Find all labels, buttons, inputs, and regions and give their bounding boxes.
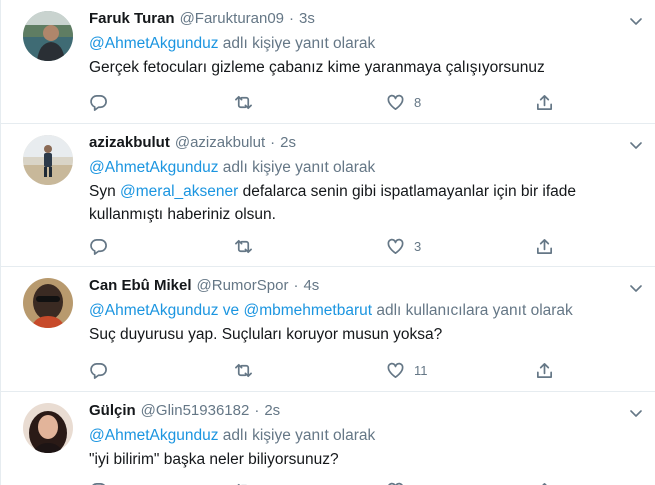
tweet-text: Suç duyurusu yap. Suçluları koruyor musu… bbox=[89, 326, 443, 343]
like-button[interactable]: 11 bbox=[386, 360, 428, 380]
separator-dot: · bbox=[254, 402, 260, 419]
reply-mention-link[interactable]: @AhmetAkgunduz bbox=[89, 427, 218, 444]
tweet[interactable]: Gülçin @Glin51936182 · 2s @AhmetAkgunduz… bbox=[1, 392, 655, 485]
avatar[interactable] bbox=[23, 11, 73, 61]
like-button[interactable]: 3 bbox=[386, 236, 421, 256]
retweet-icon bbox=[235, 363, 252, 377]
like-button[interactable] bbox=[386, 480, 405, 485]
reply-button[interactable] bbox=[89, 92, 108, 112]
separator-dot: · bbox=[289, 10, 295, 27]
author-handle[interactable]: @RumorSpor bbox=[197, 276, 289, 296]
reply-context-label: adlı kişiye yanıt olarak bbox=[218, 159, 376, 176]
reply-context: @AhmetAkgunduz adlı kişiye yanıt olarak bbox=[89, 34, 616, 54]
reply-context: @AhmetAkgunduz ve @mbmehmetbarut adlı ku… bbox=[89, 301, 616, 321]
reply-context: @AhmetAkgunduz adlı kişiye yanıt olarak bbox=[89, 158, 616, 178]
like-icon bbox=[387, 238, 404, 254]
reply-context-label: adlı kullanıcılara yanıt olarak bbox=[372, 302, 573, 319]
reply-icon bbox=[90, 238, 107, 255]
like-count: 3 bbox=[414, 238, 422, 254]
share-button[interactable] bbox=[535, 236, 554, 256]
timestamp[interactable]: 3s bbox=[299, 9, 315, 29]
reply-mention-link[interactable]: @AhmetAkgunduz bbox=[89, 159, 218, 176]
reply-mention-link[interactable]: @AhmetAkgunduz ve @mbmehmetbarut bbox=[89, 302, 372, 319]
reply-context: @AhmetAkgunduz adlı kişiye yanıt olarak bbox=[89, 426, 616, 446]
share-icon bbox=[541, 482, 548, 485]
like-count: 11 bbox=[414, 362, 428, 378]
retweet-button[interactable] bbox=[234, 480, 253, 485]
reply-icon bbox=[90, 362, 107, 379]
author-name[interactable]: Can Ebû Mikel bbox=[89, 276, 192, 296]
author-name[interactable]: azizakbulut bbox=[89, 133, 170, 153]
tweet-text-prefix: Syn bbox=[89, 183, 121, 200]
timestamp[interactable]: 2s bbox=[264, 401, 280, 421]
reply-icon bbox=[91, 482, 106, 485]
mention-link[interactable]: @meral_aksener bbox=[120, 183, 238, 200]
timestamp[interactable]: 4s bbox=[303, 276, 319, 296]
tweet-actions: 3 bbox=[89, 236, 559, 256]
retweet-button[interactable] bbox=[234, 92, 253, 112]
reply-context-label: adlı kişiye yanıt olarak bbox=[218, 427, 376, 444]
author-handle[interactable]: @azizakbulut bbox=[175, 133, 265, 153]
tweet-feed: Faruk Turan @Farukturan09 · 3s @AhmetAkg… bbox=[0, 0, 655, 485]
share-icon bbox=[536, 238, 553, 254]
reply-button[interactable] bbox=[89, 360, 108, 380]
like-icon bbox=[387, 482, 404, 485]
share-button[interactable] bbox=[535, 480, 554, 485]
reply-icon bbox=[90, 94, 107, 111]
reply-button[interactable] bbox=[89, 236, 108, 256]
reply-button[interactable] bbox=[89, 480, 108, 485]
tweet-text: Gerçek fetocuları gizleme çabanız kime y… bbox=[89, 59, 545, 76]
share-icon bbox=[536, 94, 553, 110]
share-button[interactable] bbox=[535, 92, 554, 112]
separator-dot: · bbox=[293, 277, 299, 294]
chevron-down-icon[interactable] bbox=[628, 137, 644, 153]
avatar[interactable] bbox=[23, 403, 73, 453]
chevron-down-icon[interactable] bbox=[628, 280, 644, 296]
tweet[interactable]: azizakbulut @azizakbulut · 2s @AhmetAkgu… bbox=[1, 124, 655, 267]
chevron-down-icon[interactable] bbox=[628, 405, 644, 421]
retweet-button[interactable] bbox=[234, 236, 253, 256]
like-button[interactable]: 8 bbox=[386, 92, 421, 112]
retweet-icon bbox=[236, 483, 249, 485]
share-button[interactable] bbox=[535, 360, 554, 380]
retweet-icon bbox=[235, 239, 252, 253]
tweet[interactable]: Can Ebû Mikel @RumorSpor · 4s @AhmetAkgu… bbox=[1, 267, 655, 392]
tweet-actions: 8 bbox=[89, 92, 559, 112]
author-handle[interactable]: @Glin51936182 bbox=[141, 401, 250, 421]
retweet-icon bbox=[235, 95, 252, 109]
tweet-actions: 11 bbox=[89, 360, 559, 380]
share-icon bbox=[536, 362, 553, 378]
like-icon bbox=[387, 362, 404, 378]
like-count: 8 bbox=[414, 94, 422, 110]
tweet-text: "iyi bilirim" başka neler biliyorsunuz? bbox=[89, 451, 339, 468]
tweet[interactable]: Faruk Turan @Farukturan09 · 3s @AhmetAkg… bbox=[1, 0, 655, 124]
timestamp[interactable]: 2s bbox=[280, 133, 296, 153]
author-name[interactable]: Faruk Turan bbox=[89, 9, 175, 29]
reply-mention-link[interactable]: @AhmetAkgunduz bbox=[89, 35, 218, 52]
tweet-text: Syn @meral_aksener defalarca senin gibi … bbox=[89, 180, 616, 226]
chevron-down-icon[interactable] bbox=[628, 13, 644, 29]
author-handle[interactable]: @Farukturan09 bbox=[180, 9, 284, 29]
like-icon bbox=[387, 94, 404, 110]
reply-context-label: adlı kişiye yanıt olarak bbox=[218, 35, 376, 52]
avatar[interactable] bbox=[23, 278, 73, 328]
separator-dot: · bbox=[270, 134, 276, 151]
retweet-button[interactable] bbox=[234, 360, 253, 380]
tweet-actions bbox=[89, 480, 559, 485]
author-name[interactable]: Gülçin bbox=[89, 401, 136, 421]
avatar[interactable] bbox=[23, 135, 73, 185]
